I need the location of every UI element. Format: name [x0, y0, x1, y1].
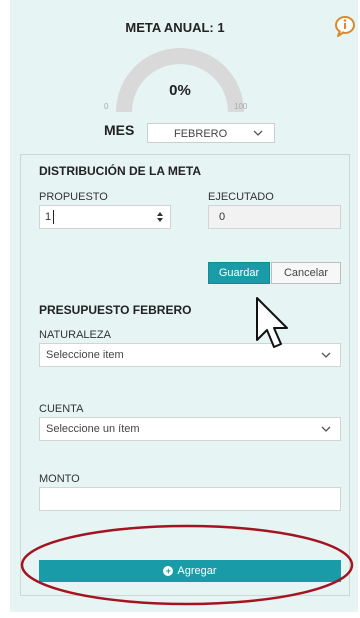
account-select-value: Seleccione un ítem	[46, 423, 140, 435]
executed-input: 0	[208, 205, 341, 229]
month-select[interactable]: FEBRERO	[147, 123, 275, 143]
executed-input-value: 0	[219, 211, 226, 223]
gauge-max-label: 100	[234, 102, 248, 111]
amount-label: MONTO	[39, 473, 80, 485]
save-button[interactable]: Guardar	[208, 262, 270, 284]
nature-select-value: Seleccione item	[46, 349, 124, 361]
chevron-down-icon	[321, 352, 331, 358]
annual-goal-title: META ANUAL: 1	[125, 20, 225, 35]
account-label: CUENTA	[39, 403, 84, 415]
spinner-arrows-icon[interactable]	[156, 211, 164, 223]
gauge-min-label: 0	[104, 102, 109, 111]
text-caret	[53, 210, 54, 224]
proposed-input[interactable]: 1	[39, 205, 171, 229]
proposed-input-value: 1	[45, 211, 52, 223]
cancel-button[interactable]: Cancelar	[271, 262, 341, 284]
mouse-pointer-icon	[256, 297, 288, 348]
distribution-title: DISTRIBUCIÓN DE LA META	[39, 164, 201, 178]
chevron-down-icon	[321, 426, 331, 432]
highlight-ellipse	[20, 524, 354, 606]
nature-label: NATURALEZA	[39, 329, 111, 341]
budget-title: PRESUPUESTO FEBRERO	[39, 303, 192, 317]
executed-label: EJECUTADO	[208, 191, 274, 203]
proposed-label: PROPUESTO	[39, 191, 108, 203]
month-label: MES	[104, 122, 135, 138]
month-select-value: FEBRERO	[174, 128, 228, 140]
nature-select[interactable]: Seleccione item	[39, 343, 341, 367]
chevron-down-icon	[253, 130, 263, 136]
account-select[interactable]: Seleccione un ítem	[39, 417, 341, 441]
info-icon[interactable]	[334, 15, 356, 37]
gauge-value: 0%	[169, 82, 191, 99]
amount-input[interactable]	[39, 487, 341, 511]
